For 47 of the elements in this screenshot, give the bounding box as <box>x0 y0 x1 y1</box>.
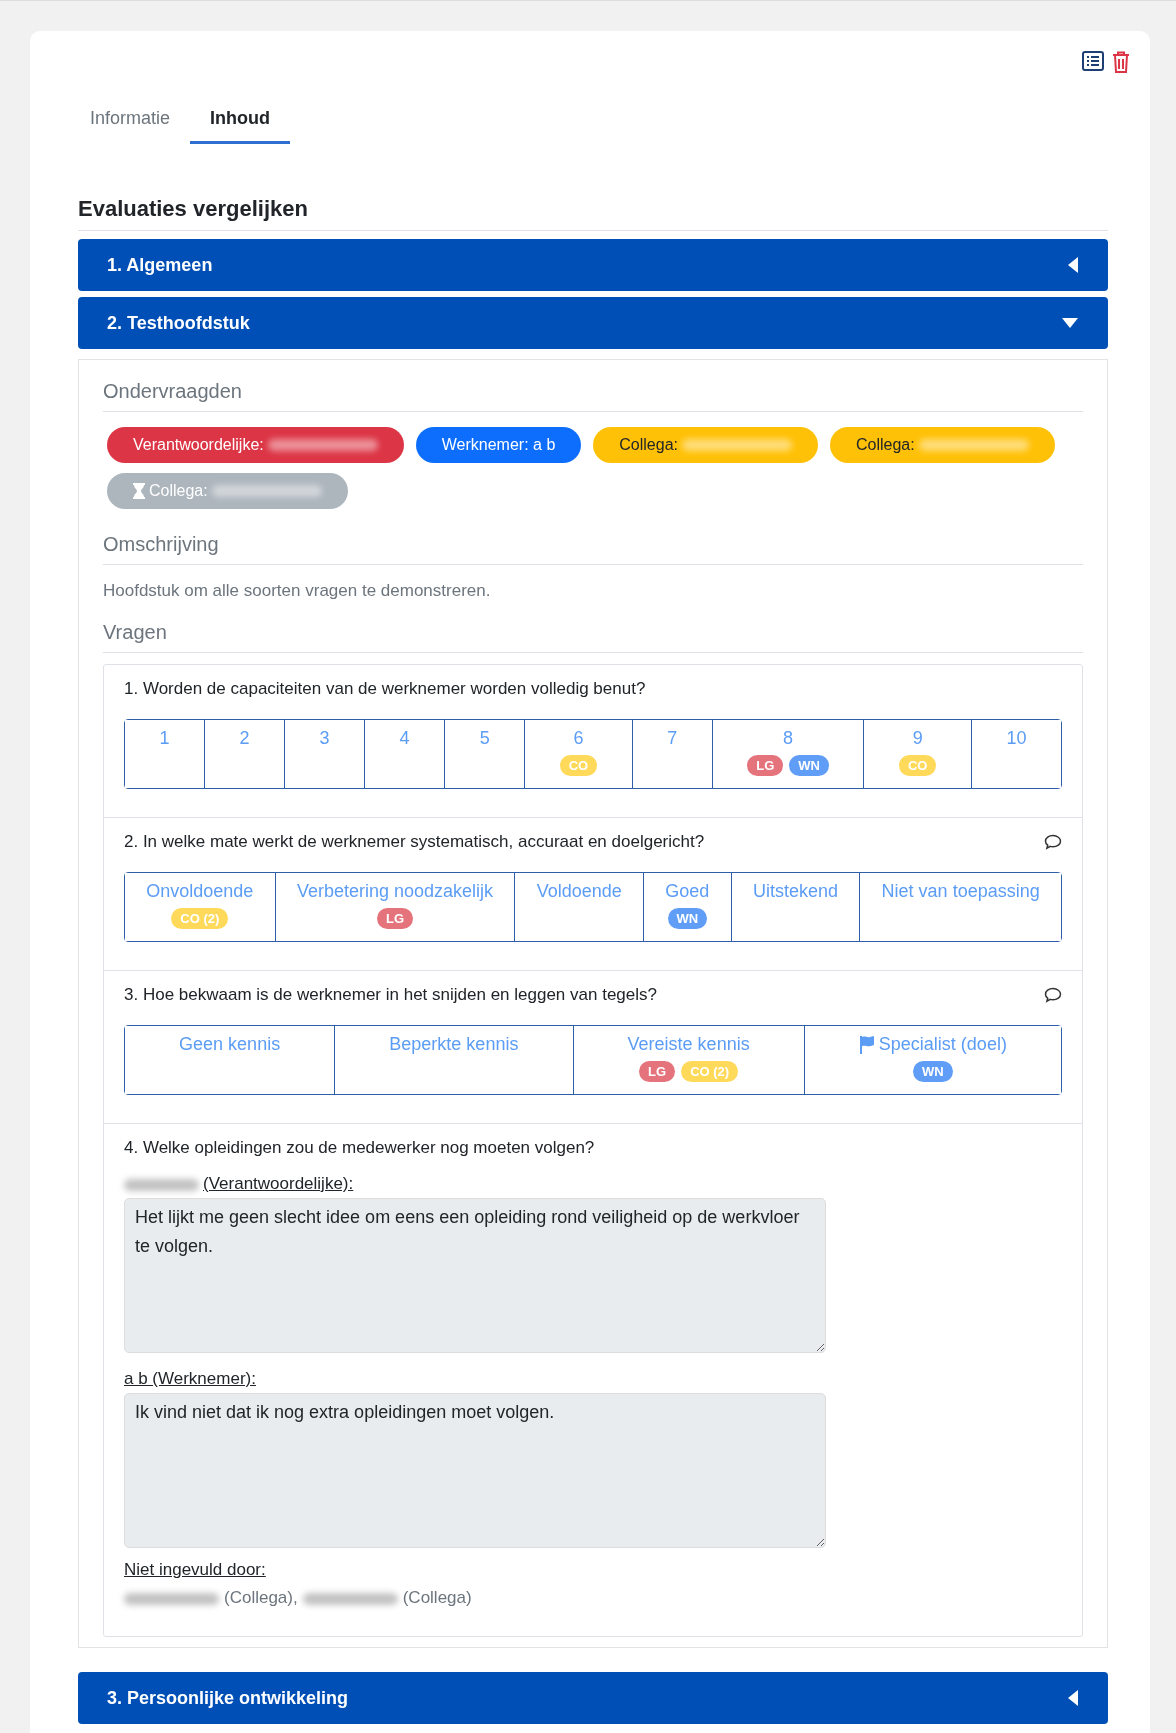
respondent-badge: WN <box>667 908 708 929</box>
section-heading: Ondervraagden <box>103 380 1083 412</box>
respondent-role: (Collega), <box>224 1588 298 1607</box>
speech-bubble-icon[interactable] <box>1044 987 1062 1003</box>
chapter-header[interactable]: 3. Persoonlijke ontwikkeling <box>78 1672 1108 1724</box>
respondent-badge: CO (2) <box>681 1061 739 1082</box>
list-icon[interactable] <box>1082 51 1104 73</box>
question-text: 2. In welke mate werkt de werknemer systematisch, accuraat en doelgericht? <box>124 832 705 852</box>
caret-left-icon <box>1068 1690 1078 1706</box>
respondent-label: a b (Werknemer): <box>124 1369 256 1388</box>
respondent-badge: LG <box>639 1061 676 1082</box>
respondent-label: Verantwoordelijke: <box>133 436 264 454</box>
respondent-role: (Collega) <box>402 1588 472 1607</box>
respondent-badge: LG <box>377 908 414 929</box>
chapter-header[interactable]: 1. Algemeen <box>78 239 1108 291</box>
question-text: 4. Welke opleidingen zou de medewerker nog moeten volgen? <box>124 1138 595 1158</box>
speech-bubble-icon[interactable] <box>1044 834 1062 850</box>
respondent-badge: WN <box>913 1061 953 1082</box>
tab[interactable]: Inhoud <box>190 99 291 144</box>
respondent-label: Collega: <box>149 482 208 500</box>
trash-icon[interactable] <box>1112 51 1130 73</box>
respondent-badge: LG <box>747 755 784 776</box>
page-title: Evaluaties vergelijken <box>78 196 1108 231</box>
answer-field[interactable]: Ik vind niet dat ik nog extra opleidingen moet volgen. <box>124 1393 826 1548</box>
answer-option[interactable]: 10 <box>970 720 1061 788</box>
respondent-badge: CO <box>898 755 937 776</box>
respondent-label: Werknemer: a b <box>441 436 556 454</box>
respondent-label: Collega: <box>856 436 915 454</box>
respondent-badge: WN <box>789 755 829 776</box>
chapter-header[interactable]: 2. Testhoofdstuk <box>78 297 1108 349</box>
respondent-label: Collega: <box>619 436 678 454</box>
respondent-badge: CO <box>559 755 598 776</box>
chapter-description: Hoofdstuk om alle soorten vragen te demonstreren. <box>103 581 492 601</box>
caret-left-icon <box>1068 257 1078 273</box>
question-text: 1. Worden de capaciteiten van de werknemer worden volledig benut? <box>124 679 646 699</box>
answer-field[interactable]: Het lijkt me geen slecht idee om eens een opleiding rond veiligheid op de werkvloer te volgen. <box>124 1198 826 1353</box>
caret-down-icon <box>1062 318 1078 328</box>
question-text: 3. Hoe bekwaam is de werknemer in het snijden en leggen van tegels? <box>124 985 657 1005</box>
section-heading: Omschrijving <box>103 533 1083 565</box>
answer-option[interactable]: Specialist (doel) WN <box>803 1026 1061 1094</box>
hourglass-icon <box>133 483 145 499</box>
section-heading: Vragen <box>103 621 1083 653</box>
missing-heading: Niet ingevuld door: <box>124 1560 267 1580</box>
respondent-label: (Verantwoordelijke): <box>203 1174 354 1193</box>
answer-option[interactable]: Niet van toepassing <box>859 873 1061 941</box>
respondent-badge: CO (2) <box>171 908 229 929</box>
tab[interactable]: Informatie <box>70 99 191 144</box>
